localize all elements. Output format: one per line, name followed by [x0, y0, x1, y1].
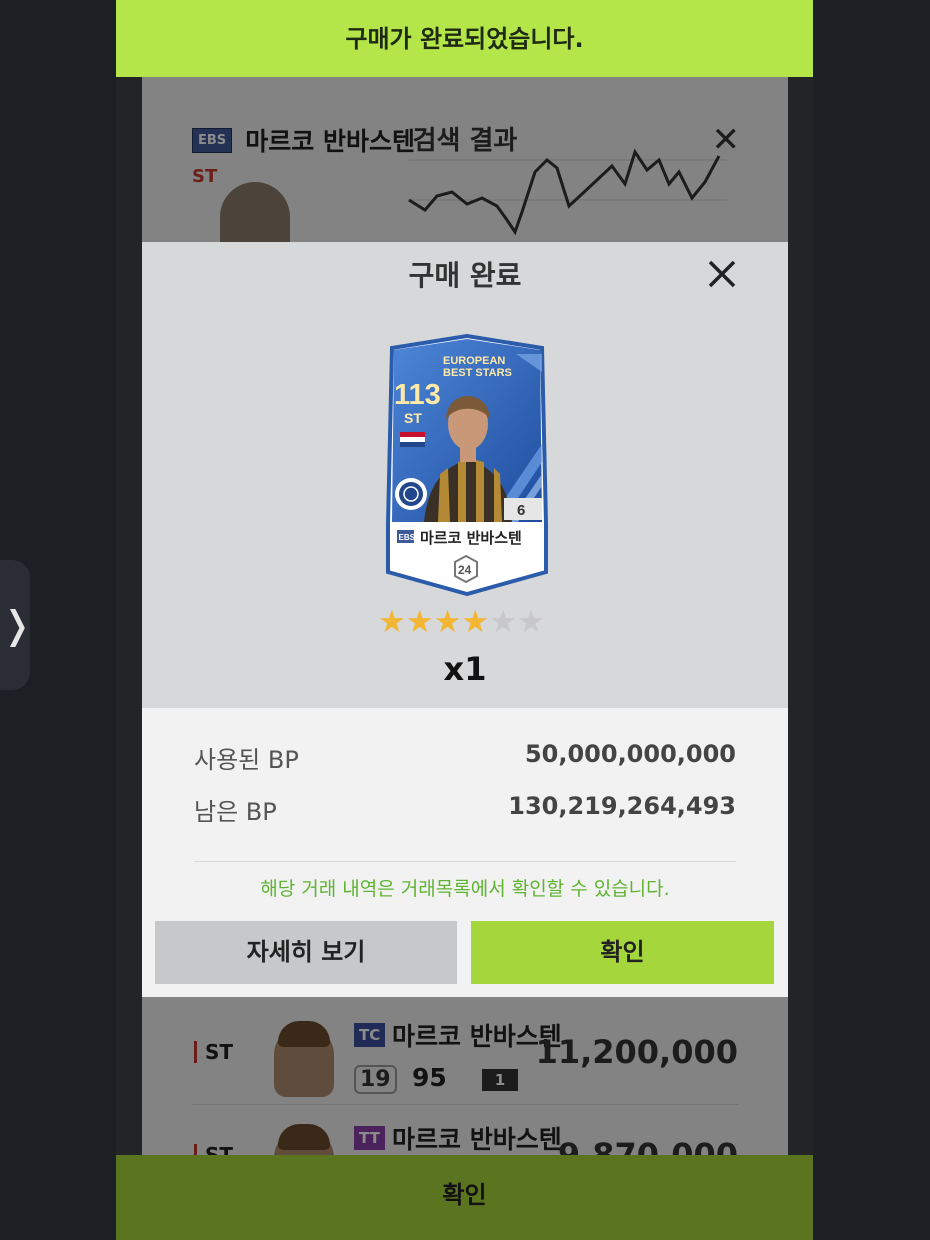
star-icon: ★ — [405, 604, 434, 640]
svg-text:BEST STARS: BEST STARS — [443, 367, 512, 379]
view-details-button[interactable]: 자세히 보기 — [155, 921, 457, 984]
player-card-art: 113 ST EUROPEAN BEST STARS 6 EBS 마르코 반바스… — [386, 333, 548, 597]
remaining-bp-row: 남은 BP 130,219,264,493 — [194, 792, 736, 828]
purchase-toast: 구매가 완료되었습니다. — [116, 0, 813, 77]
star-icon: ★ — [489, 604, 517, 640]
used-bp-label: 사용된 BP — [194, 746, 299, 774]
svg-text:EUROPEAN: EUROPEAN — [443, 355, 505, 367]
svg-text:24: 24 — [458, 563, 472, 577]
used-bp-row: 사용된 BP 50,000,000,000 — [194, 740, 736, 776]
star-icon: ★ — [516, 604, 545, 640]
svg-text:113: 113 — [394, 379, 441, 411]
purchase-summary: 사용된 BP 50,000,000,000 남은 BP 130,219,264,… — [142, 708, 788, 997]
star-icon: ★ — [378, 604, 406, 640]
svg-text:6: 6 — [517, 502, 525, 519]
svg-text:마르코 반바스텐: 마르코 반바스텐 — [420, 529, 522, 547]
side-panel-toggle[interactable]: ❭ — [0, 560, 33, 690]
divider — [194, 861, 736, 862]
player-card[interactable]: 113 ST EUROPEAN BEST STARS 6 EBS 마르코 반바스… — [384, 333, 550, 600]
close-icon[interactable] — [702, 254, 742, 294]
purchase-complete-dialog: 구매 완료 113 ST EUROPEAN BEST STARS 6 EBS 마… — [142, 242, 788, 997]
svg-text:EBS: EBS — [399, 533, 416, 542]
dialog-title: 구매 완료 — [408, 259, 522, 292]
transaction-note: 해당 거래 내역은 거래목록에서 확인할 수 있습니다. — [260, 878, 670, 900]
chevron-right-icon: ❭ — [1, 603, 33, 647]
remaining-bp-label: 남은 BP — [194, 798, 277, 826]
star-icon: ★ — [433, 604, 462, 640]
svg-text:ST: ST — [404, 410, 422, 426]
star-rating: ★★★★★★ — [378, 604, 545, 640]
confirm-button[interactable]: 확인 — [471, 921, 774, 984]
purchase-quantity: x1 — [443, 650, 487, 688]
remaining-bp-value: 130,219,264,493 — [508, 792, 736, 820]
used-bp-value: 50,000,000,000 — [524, 740, 736, 768]
star-icon: ★ — [461, 604, 490, 640]
game-screen: 검색 결과 ✕ EBS 마르코 반바스텐 ST ST TC 마르코 반바스텐 1… — [116, 0, 813, 1240]
